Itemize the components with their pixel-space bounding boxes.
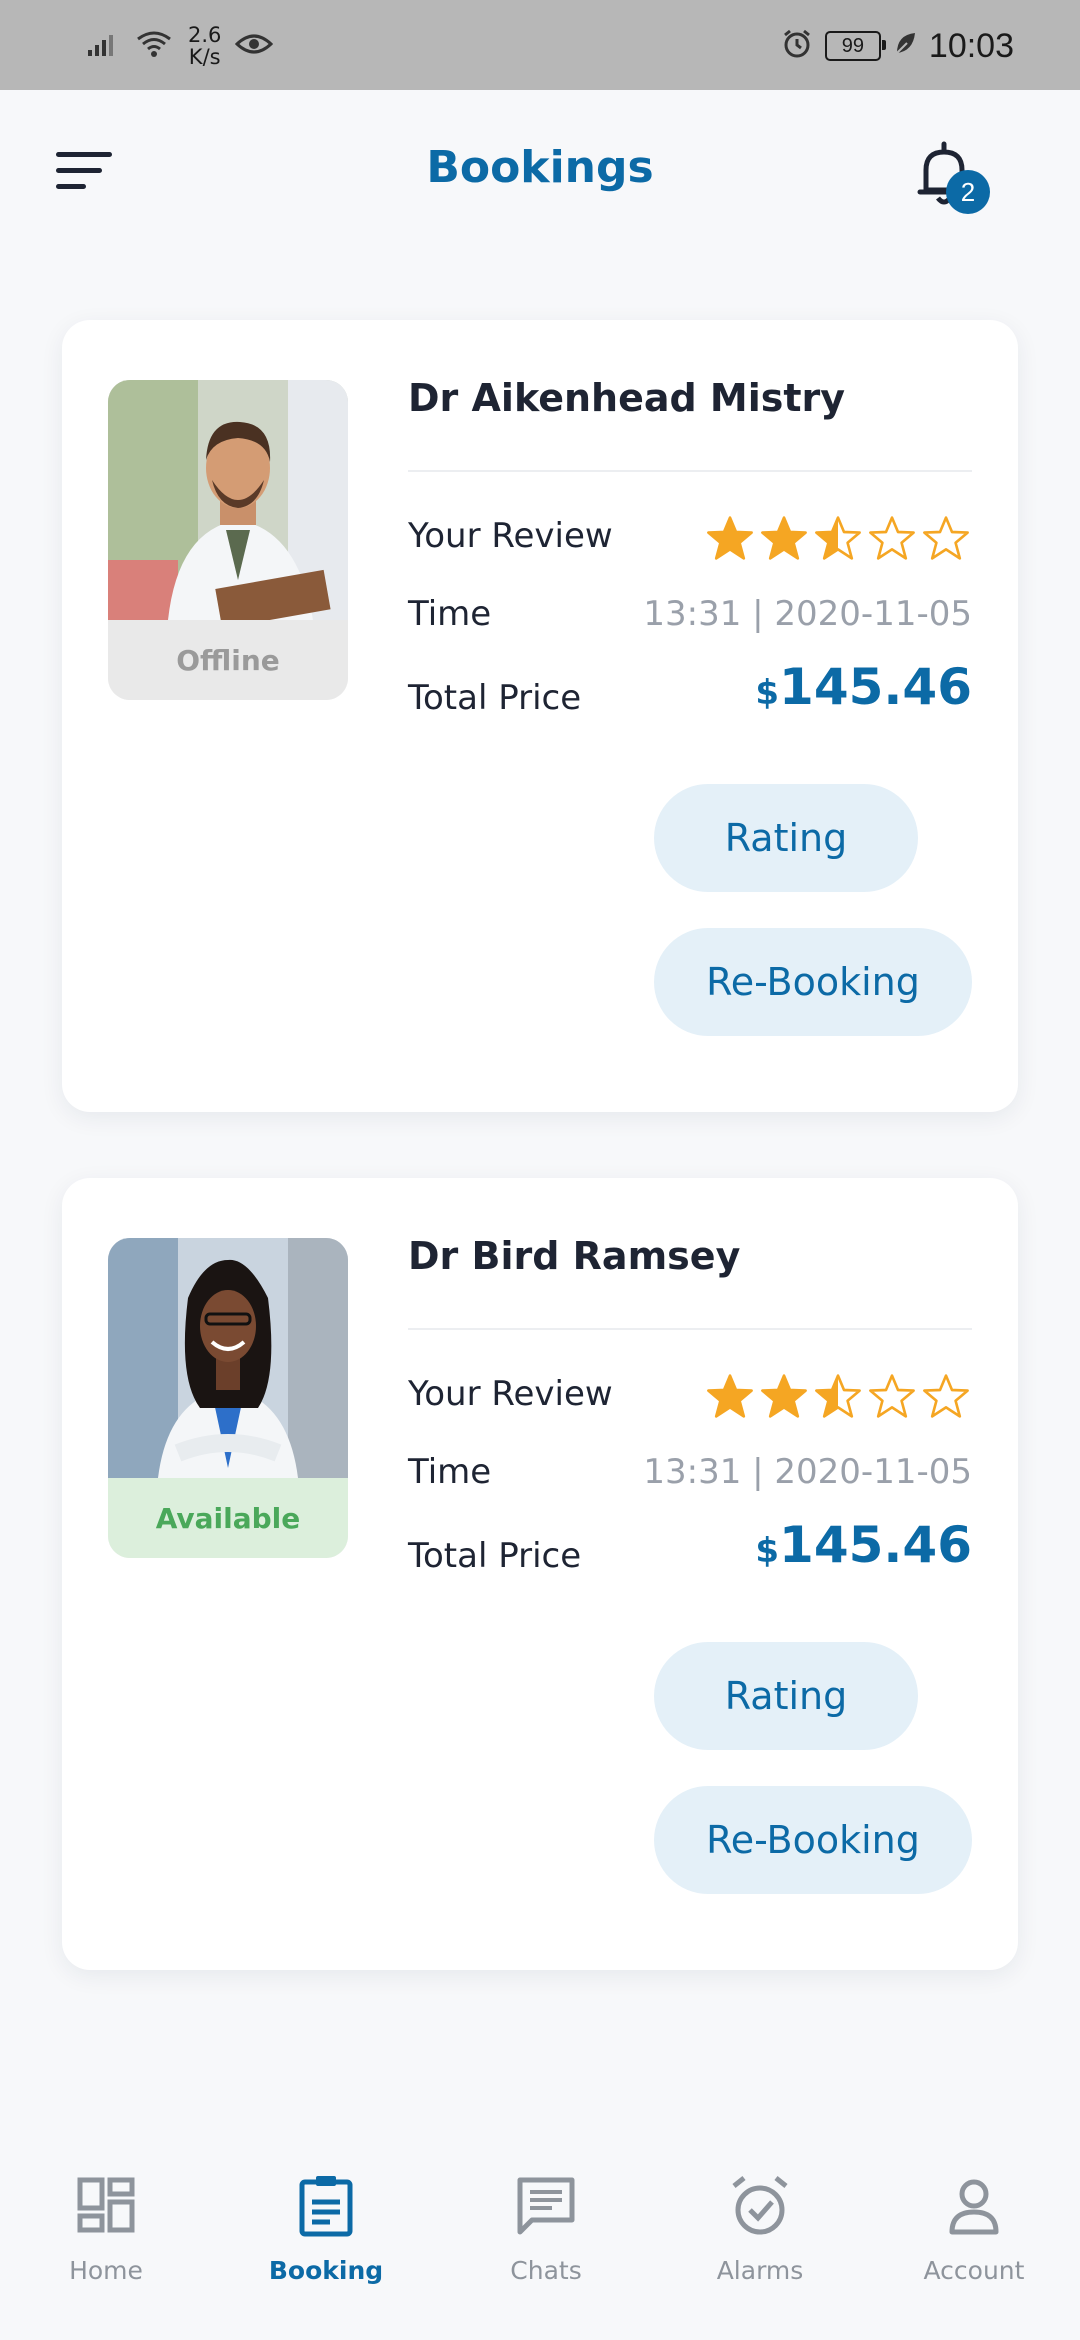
clock: 10:03 [928,26,1014,65]
nav-item-home[interactable]: Home [26,2174,186,2314]
booking-card: Offline Dr Aikenhead Mistry Your Review … [62,320,1018,1112]
app-header: Bookings 2 [0,90,1080,260]
nav-label: Home [69,2256,143,2285]
time-label: Time [408,1452,492,1492]
bottom-navigation: Home Booking Chats Alarms Account [0,2140,1080,2340]
star-empty-icon [923,1374,969,1418]
rating-button[interactable]: Rating [654,784,918,892]
rebooking-button[interactable]: Re-Booking [654,928,972,1036]
alarm-clock-icon [781,28,813,64]
review-label: Your Review [408,1374,613,1414]
net-speed: 2.6 K/s [188,24,221,68]
wifi-icon [134,29,174,63]
person-icon [949,2179,999,2235]
nav-item-alarms[interactable]: Alarms [680,2174,840,2314]
doctor-name: Dr Aikenhead Mistry [408,376,846,420]
doctor-name: Dr Bird Ramsey [408,1234,741,1278]
battery-icon: 99 [824,31,886,61]
doctor-status-badge: Offline [108,620,348,700]
notification-badge: 2 [946,170,990,214]
star-full-icon [761,516,807,560]
booking-card: Available Dr Bird Ramsey Your Review Tim… [62,1178,1018,1970]
booking-time: 13:31 | 2020-11-05 [643,1452,972,1492]
price-amount: 145.46 [779,1516,972,1574]
star-half-icon [815,516,861,560]
star-full-icon [761,1374,807,1418]
chat-icon [517,2177,575,2235]
nav-label: Chats [510,2256,582,2285]
eye-icon [235,31,274,61]
signal-icon [86,30,120,62]
nav-item-chats[interactable]: Chats [466,2174,626,2314]
rating-stars [706,1372,970,1420]
divider [408,470,972,472]
nav-label: Alarms [716,2256,804,2285]
nav-label: Booking [268,2256,384,2285]
divider [408,1328,972,1330]
doctor-status-badge: Available [108,1478,348,1558]
star-half-icon [815,1374,861,1418]
leaf-icon [893,31,917,61]
total-price: $145.46 [755,658,972,716]
price-label: Total Price [408,678,582,718]
rebooking-button[interactable]: Re-Booking [654,1786,972,1894]
price-label: Total Price [408,1536,582,1576]
net-speed-unit: K/s [188,45,221,69]
star-empty-icon [869,1374,915,1418]
time-label: Time [408,594,492,634]
nav-item-booking[interactable]: Booking [246,2174,406,2314]
star-empty-icon [869,516,915,560]
rating-stars [706,514,970,562]
clipboard-icon [299,2176,353,2237]
star-full-icon [707,516,753,560]
price-amount: 145.46 [779,658,972,716]
nav-label: Account [923,2256,1025,2285]
review-label: Your Review [408,516,613,556]
booking-time: 13:31 | 2020-11-05 [643,594,972,634]
currency-symbol: $ [755,1531,780,1571]
dashboard-icon [77,2177,135,2233]
rating-button[interactable]: Rating [654,1642,918,1750]
doctor-portrait-image [108,380,348,620]
nav-item-account[interactable]: Account [894,2174,1054,2314]
star-full-icon [707,1374,753,1418]
status-bar: 2.6 K/s 99 10:03 [0,0,1080,90]
doctor-portrait-image [108,1238,348,1478]
currency-symbol: $ [755,673,780,713]
alarm-icon [732,2176,788,2235]
net-speed-value: 2.6 [188,23,222,47]
star-empty-icon [923,516,969,560]
doctor-photo: Available [108,1238,348,1558]
total-price: $145.46 [755,1516,972,1574]
doctor-photo: Offline [108,380,348,700]
